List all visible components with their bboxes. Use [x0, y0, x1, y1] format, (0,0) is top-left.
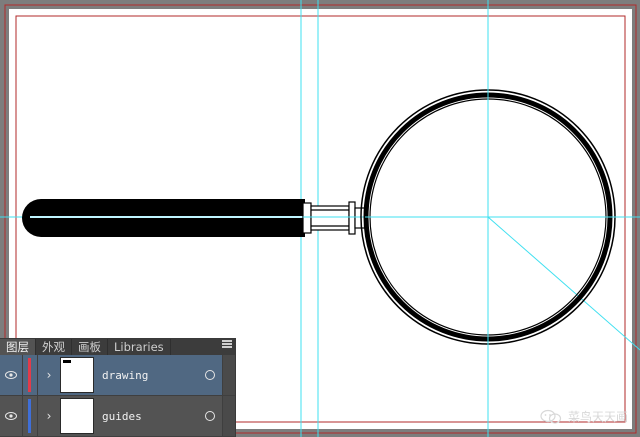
layer-name[interactable]: drawing	[102, 369, 205, 382]
chevron-right-icon[interactable]: ›	[38, 409, 60, 423]
layer-scroll-column	[222, 355, 235, 395]
layer-row-guides[interactable]: › guides	[0, 396, 235, 437]
layer-scroll-column	[222, 396, 235, 436]
watermark: 菜鸟天天画	[540, 408, 628, 425]
layer-thumbnail	[60, 357, 94, 393]
watermark-text: 菜鸟天天画	[567, 410, 628, 424]
panel-menu-icon[interactable]	[222, 340, 232, 348]
tab-appearance[interactable]: 外观	[36, 339, 72, 355]
layers-panel: 图层 外观 画板 Libraries › drawing › guides	[0, 339, 235, 437]
layer-thumbnail	[60, 398, 94, 434]
layer-name[interactable]: guides	[102, 410, 205, 423]
layer-color-bar	[28, 399, 31, 433]
layer-color-bar	[28, 358, 31, 392]
eye-icon[interactable]	[0, 396, 23, 436]
chevron-right-icon[interactable]: ›	[38, 368, 60, 382]
lock-toggle[interactable]	[23, 396, 38, 436]
panel-tabbar: 图层 外观 画板 Libraries	[0, 339, 235, 355]
lock-toggle[interactable]	[23, 355, 38, 395]
eye-icon[interactable]	[0, 355, 23, 395]
wechat-icon	[540, 409, 562, 424]
tab-artboards[interactable]: 画板	[72, 339, 108, 355]
tab-libraries[interactable]: Libraries	[108, 339, 171, 355]
target-circle-icon[interactable]	[205, 370, 215, 380]
tab-layers[interactable]: 图层	[0, 339, 36, 355]
target-circle-icon[interactable]	[205, 411, 215, 421]
layer-row-drawing[interactable]: › drawing	[0, 355, 235, 396]
